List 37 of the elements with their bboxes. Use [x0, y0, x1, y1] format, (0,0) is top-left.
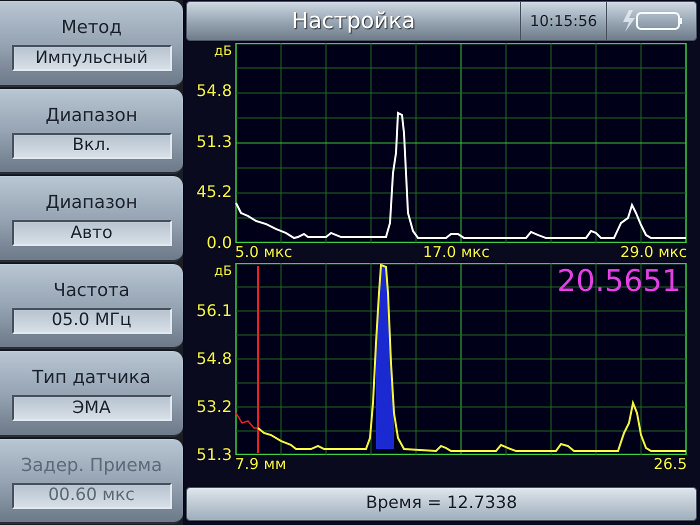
screen-title: Настройка: [290, 8, 416, 36]
x-axis-label: 17.0 мкс: [422, 243, 490, 261]
menu-item[interactable]: Диапазон Авто: [0, 176, 183, 262]
menu-value-field: ЭМА: [12, 395, 172, 422]
y-axis-label: 54.8: [196, 83, 232, 99]
x-axis-label: 29.0 мкс: [620, 243, 687, 261]
x-axis-label: 26.5: [654, 455, 687, 473]
menu-label: Задер. Приема: [20, 454, 162, 478]
menu-item[interactable]: Метод Импульсный: [0, 1, 183, 86]
axis-unit: дБ: [214, 265, 232, 278]
y-axis-label: 51.3: [196, 447, 232, 463]
y-axis-label: 54.8: [196, 351, 232, 367]
x-axis-label: 5.0 мкс: [235, 243, 292, 261]
trace-segment: [235, 412, 258, 429]
status-bar: Время = 12.7338: [186, 487, 697, 521]
y-axis-label: 51.3: [196, 134, 232, 150]
menu-value-field: Авто: [12, 220, 172, 246]
menu-label: Диапазон: [46, 191, 138, 216]
menu-label: Метод: [61, 16, 122, 40]
menu-item[interactable]: Диапазон Вкл.: [0, 88, 183, 174]
menu-value-field: Импульсный: [12, 45, 172, 72]
y-axis-label: 0.0: [206, 235, 232, 251]
menu-item[interactable]: Частота 05.0 МГц: [0, 264, 183, 349]
y-axis-label: 45.2: [196, 184, 232, 200]
y-axis-label: 53.2: [196, 399, 232, 415]
measurement-reading: 20.5651: [556, 267, 681, 297]
menu-label: Диапазон: [46, 104, 138, 128]
x-axis-label: 7.9 мм: [235, 455, 286, 473]
menu-label: Тип датчика: [32, 366, 151, 390]
menu-value-field: 00.60 мкс: [12, 482, 172, 509]
menu-item[interactable]: Тип датчика ЭМА: [0, 351, 183, 436]
menu-value-field: 05.0 МГц: [12, 308, 172, 334]
menu-value-field: Вкл.: [12, 132, 172, 159]
menu-label: Частота: [53, 278, 130, 303]
y-axis-label: 56.1: [196, 303, 232, 319]
axis-unit: дБ: [214, 45, 232, 58]
clock-time: 10:15:56: [520, 2, 606, 40]
